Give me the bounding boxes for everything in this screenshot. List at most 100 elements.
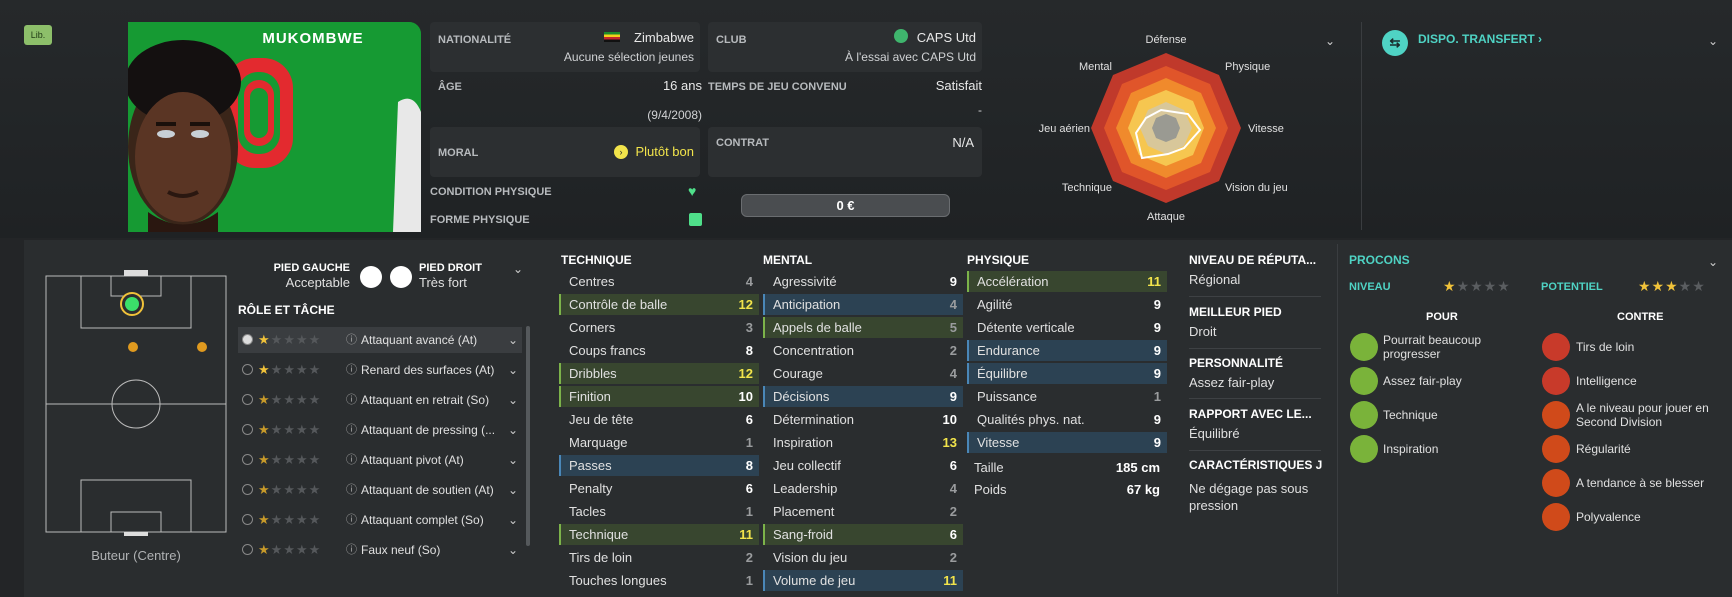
role-row[interactable]: ★★★★★ ⓘ Attaquant en retrait (So) ⌄ xyxy=(238,387,522,413)
role-row[interactable]: ★★★★★ ⓘ Faux neuf (So) ⌄ xyxy=(238,537,522,563)
physique-attribute-row[interactable]: Puissance 1 xyxy=(967,386,1167,407)
mental-attribute-row[interactable]: Agressivité 9 xyxy=(763,271,963,292)
role-chevron-icon[interactable]: ⌄ xyxy=(508,327,518,353)
role-radio[interactable] xyxy=(242,484,253,495)
role-radio[interactable] xyxy=(242,394,253,405)
role-row[interactable]: ★★★★★ ⓘ Attaquant pivot (At) ⌄ xyxy=(238,447,522,473)
info-icon[interactable]: ⓘ xyxy=(346,327,357,353)
role-name: Attaquant pivot (At) xyxy=(361,453,464,467)
role-radio[interactable] xyxy=(242,454,253,465)
role-chevron-icon[interactable]: ⌄ xyxy=(508,507,518,533)
nationality-card[interactable]: NATIONALITÉ Zimbabwe Aucune sélection je… xyxy=(430,22,700,72)
physique-attribute-row[interactable]: Qualités phys. nat. 9 xyxy=(967,409,1167,430)
club-crest-icon xyxy=(894,29,908,43)
technique-attribute-row[interactable]: Corners 3 xyxy=(559,317,759,338)
mental-attribute-row[interactable]: Inspiration 13 xyxy=(763,432,963,453)
morale-card[interactable]: MORAL › Plutôt bon xyxy=(430,127,700,177)
position-caption: Buteur (Centre) xyxy=(91,548,181,563)
characteristics-value: Ne dégage pas sous pression xyxy=(1189,481,1309,513)
procons-chevron-icon[interactable]: ⌄ xyxy=(1708,255,1718,269)
technique-attribute-row[interactable]: Dribbles 12 xyxy=(559,363,759,384)
physique-attribute-row[interactable]: Agilité 9 xyxy=(967,294,1167,315)
info-icon[interactable]: ⓘ xyxy=(346,387,357,413)
technique-attribute-row[interactable]: Touches longues 1 xyxy=(559,570,759,591)
role-chevron-icon[interactable]: ⌄ xyxy=(508,537,518,563)
role-row[interactable]: ★★★★★ ⓘ Attaquant avancé (At) ⌄ xyxy=(238,327,522,353)
attribute-value: 6 xyxy=(745,481,753,496)
mental-attribute-row[interactable]: Concentration 2 xyxy=(763,340,963,361)
contract-card[interactable]: CONTRAT N/A xyxy=(708,127,982,177)
feet-chevron-icon[interactable]: ⌄ xyxy=(513,262,523,276)
roles-scrollbar[interactable] xyxy=(526,326,530,546)
technique-attribute-row[interactable]: Tacles 1 xyxy=(559,501,759,522)
relationship-value: Équilibré xyxy=(1189,426,1240,441)
mental-attribute-row[interactable]: Anticipation 4 xyxy=(763,294,963,315)
mental-attribute-row[interactable]: Jeu collectif 6 xyxy=(763,455,963,476)
technique-attribute-row[interactable]: Coups francs 8 xyxy=(559,340,759,361)
role-row[interactable]: ★★★★★ ⓘ Attaquant de soutien (At) ⌄ xyxy=(238,477,522,503)
radar-dropdown-chevron-icon[interactable]: ⌄ xyxy=(1325,34,1335,48)
club-card[interactable]: CLUB CAPS Utd À l'essai avec CAPS Utd xyxy=(708,22,982,72)
role-stars: ★★★★★ xyxy=(258,332,322,347)
technique-attribute-row[interactable]: Contrôle de balle 12 xyxy=(559,294,759,315)
mental-attribute-row[interactable]: Appels de balle 5 xyxy=(763,317,963,338)
info-icon[interactable]: ⓘ xyxy=(346,417,357,443)
role-chevron-icon[interactable]: ⌄ xyxy=(508,357,518,383)
technique-attribute-row[interactable]: Centres 4 xyxy=(559,271,759,292)
form-icon xyxy=(689,213,702,226)
info-icon[interactable]: ⓘ xyxy=(346,537,357,563)
pro-icon xyxy=(1350,401,1378,429)
mental-attribute-row[interactable]: Décisions 9 xyxy=(763,386,963,407)
role-radio[interactable] xyxy=(242,334,253,345)
physique-attribute-row[interactable]: Endurance 9 xyxy=(967,340,1167,361)
role-radio[interactable] xyxy=(242,514,253,525)
info-icon[interactable]: ⓘ xyxy=(346,447,357,473)
reputation-value: Régional xyxy=(1189,272,1241,287)
attribute-name: Sang-froid xyxy=(773,527,833,542)
role-row[interactable]: ★★★★★ ⓘ Attaquant complet (So) ⌄ xyxy=(238,507,522,533)
transfer-chevron-icon[interactable]: ⌄ xyxy=(1708,34,1718,48)
role-chevron-icon[interactable]: ⌄ xyxy=(508,447,518,473)
technique-attribute-row[interactable]: Finition 10 xyxy=(559,386,759,407)
physique-attribute-row[interactable]: Vitesse 9 xyxy=(967,432,1167,453)
zimbabwe-flag-icon xyxy=(604,32,620,42)
info-icon[interactable]: ⓘ xyxy=(346,477,357,503)
technique-attribute-row[interactable]: Technique 11 xyxy=(559,524,759,545)
physique-attribute-row[interactable]: Accélération 11 xyxy=(967,271,1167,292)
attribute-name: Décisions xyxy=(773,389,830,404)
technique-attribute-row[interactable]: Penalty 6 xyxy=(559,478,759,499)
role-chevron-icon[interactable]: ⌄ xyxy=(508,477,518,503)
role-chevron-icon[interactable]: ⌄ xyxy=(508,387,518,413)
radar-label-mental: Mental xyxy=(1079,61,1112,73)
technique-attribute-row[interactable]: Tirs de loin 2 xyxy=(559,547,759,568)
physique-attribute-row[interactable]: Détente verticale 9 xyxy=(967,317,1167,338)
con-icon xyxy=(1542,333,1570,361)
mental-attribute-row[interactable]: Leadership 4 xyxy=(763,478,963,499)
mental-attribute-row[interactable]: Détermination 10 xyxy=(763,409,963,430)
technique-attribute-row[interactable]: Marquage 1 xyxy=(559,432,759,453)
role-row[interactable]: ★★★★★ ⓘ Renard des surfaces (At) ⌄ xyxy=(238,357,522,383)
role-stars: ★★★★★ xyxy=(258,452,322,467)
transfer-link[interactable]: DISPO. TRANSFERT › xyxy=(1418,32,1542,46)
mental-attribute-row[interactable]: Vision du jeu 2 xyxy=(763,547,963,568)
attribute-value: 9 xyxy=(1153,435,1161,450)
pro-text: Inspiration xyxy=(1383,442,1439,456)
mental-attribute-row[interactable]: Volume de jeu 11 xyxy=(763,570,963,591)
role-radio[interactable] xyxy=(242,544,253,555)
role-row[interactable]: ★★★★★ ⓘ Attaquant de pressing (... ⌄ xyxy=(238,417,522,443)
attribute-name: Détermination xyxy=(773,412,854,427)
physique-attribute-row[interactable]: Équilibre 9 xyxy=(967,363,1167,384)
mental-attribute-row[interactable]: Sang-froid 6 xyxy=(763,524,963,545)
mental-title: MENTAL xyxy=(763,253,813,267)
con-icon xyxy=(1542,435,1570,463)
info-icon[interactable]: ⓘ xyxy=(346,507,357,533)
info-icon[interactable]: ⓘ xyxy=(346,357,357,383)
role-radio[interactable] xyxy=(242,364,253,375)
mental-attribute-row[interactable]: Placement 2 xyxy=(763,501,963,522)
mental-attribute-row[interactable]: Courage 4 xyxy=(763,363,963,384)
value-tag[interactable]: 0 € xyxy=(741,194,950,217)
technique-attribute-row[interactable]: Passes 8 xyxy=(559,455,759,476)
technique-attribute-row[interactable]: Jeu de tête 6 xyxy=(559,409,759,430)
role-chevron-icon[interactable]: ⌄ xyxy=(508,417,518,443)
role-radio[interactable] xyxy=(242,424,253,435)
